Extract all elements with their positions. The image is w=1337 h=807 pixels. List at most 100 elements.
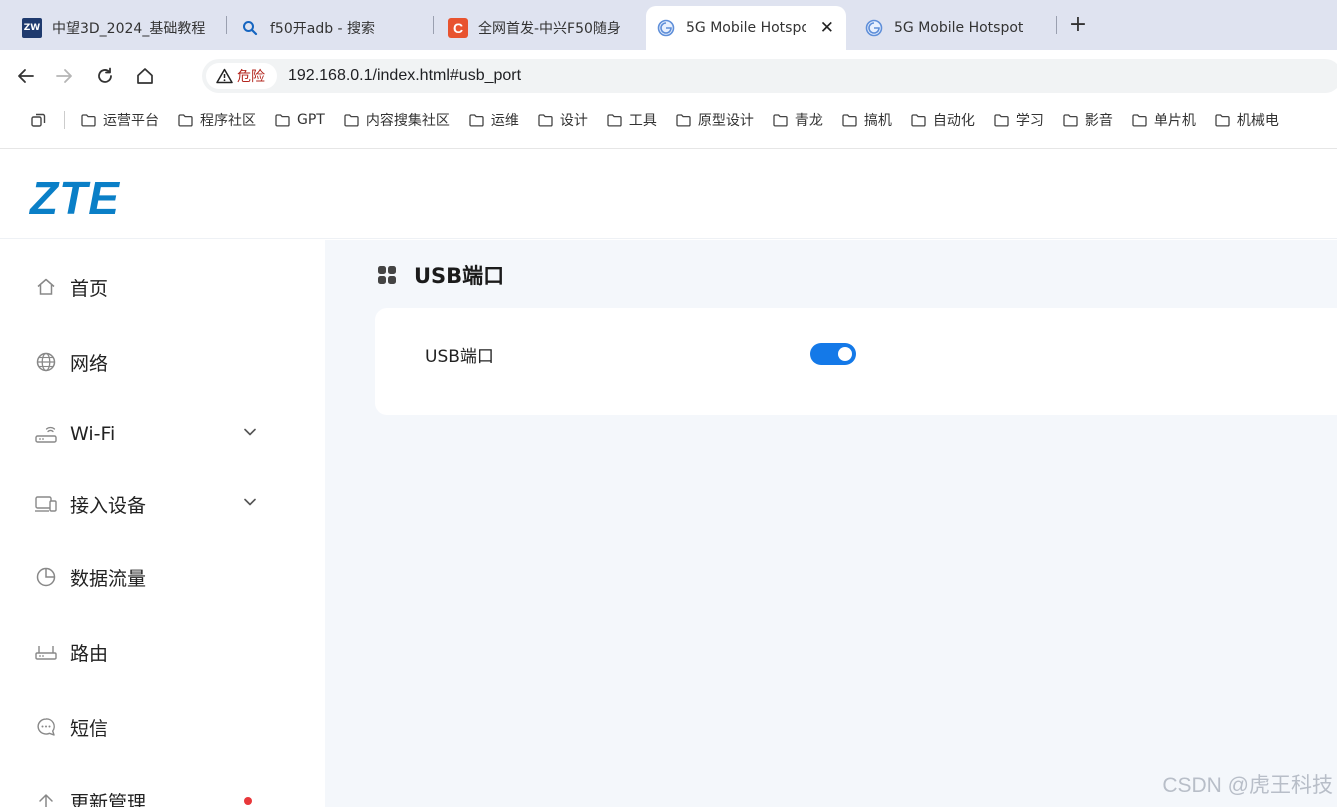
folder-icon <box>1132 113 1147 127</box>
page-header: USB端口 <box>377 260 504 290</box>
router-icon <box>34 640 58 664</box>
browser-toolbar: 危险 192.168.0.1/index.html#usb_port <box>0 50 1337 100</box>
sidebar-item-label: 首页 <box>70 277 109 300</box>
sidebar-item-devices[interactable]: 接入设备 <box>34 484 294 524</box>
notification-dot <box>244 797 252 805</box>
tab-separator <box>1056 16 1057 34</box>
bookmark-folder[interactable]: 程序社区 <box>178 110 256 130</box>
tab-title: 5G Mobile Hotspot <box>686 20 806 36</box>
home-button[interactable] <box>133 64 157 88</box>
browser-tab-strip: ZW 中望3D_2024_基础教程 f50开adb - 搜索 C 全网首发-中兴… <box>0 0 1337 50</box>
sidebar: 首页 网络 Wi-Fi 接入设备 数据流量 路由 短信 更新管理 <box>0 240 325 807</box>
sidebar-item-label: 数据流量 <box>70 567 147 590</box>
bookmark-folder[interactable]: GPT <box>275 112 325 128</box>
usb-port-label: USB端口 <box>425 347 494 367</box>
bookmark-folder[interactable]: 学习 <box>994 110 1044 130</box>
forward-button[interactable] <box>52 64 76 88</box>
zw-logo-icon: ZW <box>22 18 42 38</box>
grid-icon <box>378 266 396 284</box>
bookmark-label: 影音 <box>1084 113 1113 129</box>
home-icon <box>137 68 153 84</box>
sidebar-item-label: Wi-Fi <box>70 423 116 445</box>
folder-icon <box>178 113 193 127</box>
sidebar-item-sms[interactable]: 短信 <box>34 707 294 747</box>
url-text[interactable]: 192.168.0.1/index.html#usb_port <box>288 67 521 85</box>
bookmark-folder[interactable]: 搞机 <box>842 110 892 130</box>
sidebar-item-network[interactable]: 网络 <box>34 342 294 382</box>
bookmarks-divider <box>64 111 65 129</box>
bookmark-label: 运维 <box>490 113 519 129</box>
bookmark-folder[interactable]: 工具 <box>607 110 657 130</box>
bookmark-label: 青龙 <box>794 113 823 129</box>
bookmark-folder[interactable]: 原型设计 <box>676 110 754 130</box>
reload-button[interactable] <box>93 64 117 88</box>
settings-card: USB端口 <box>375 308 1337 415</box>
tab-groups-icon[interactable] <box>30 112 46 128</box>
bookmark-folder[interactable]: 影音 <box>1063 110 1113 130</box>
bookmark-label: 自动化 <box>932 113 975 129</box>
tab-zw3d[interactable]: ZW 中望3D_2024_基础教程 <box>22 6 222 50</box>
bookmark-label: 设计 <box>559 113 588 129</box>
bookmark-folder[interactable]: 单片机 <box>1132 110 1196 130</box>
usb-port-toggle[interactable] <box>810 343 856 365</box>
folder-icon <box>911 113 926 127</box>
sidebar-item-label: 短信 <box>70 717 109 740</box>
globe-icon <box>864 18 884 38</box>
bookmark-label: 原型设计 <box>697 113 754 129</box>
folder-icon <box>607 113 622 127</box>
globe-icon <box>656 18 676 38</box>
tab-hotspot-active[interactable]: 5G Mobile Hotspot ✕ <box>646 6 846 50</box>
sidebar-item-data-usage[interactable]: 数据流量 <box>34 557 294 597</box>
tab-bing-search[interactable]: f50开adb - 搜索 <box>240 6 430 50</box>
security-warning-chip[interactable]: 危险 <box>206 63 277 89</box>
sidebar-item-label: 网络 <box>70 352 109 375</box>
globe-icon <box>34 350 58 374</box>
bookmark-label: 机械电 <box>1236 113 1279 129</box>
address-bar[interactable]: 危险 192.168.0.1/index.html#usb_port <box>202 59 1337 93</box>
warning-icon <box>216 68 233 84</box>
back-button[interactable] <box>14 64 38 88</box>
chevron-down-icon[interactable] <box>242 494 258 510</box>
sidebar-item-label: 路由 <box>70 642 109 665</box>
security-label: 危险 <box>237 69 265 85</box>
home-icon <box>34 275 58 299</box>
sidebar-item-update[interactable]: 更新管理 <box>34 781 294 807</box>
devices-icon <box>34 492 58 516</box>
bookmark-label: 工具 <box>628 113 657 129</box>
sidebar-item-label: 接入设备 <box>70 494 147 517</box>
chevron-down-icon[interactable] <box>242 424 258 440</box>
folder-icon <box>344 113 359 127</box>
bookmark-folder[interactable]: 自动化 <box>911 110 975 130</box>
bookmark-label: 学习 <box>1015 113 1044 129</box>
sidebar-item-wifi[interactable]: Wi-Fi <box>34 414 294 454</box>
folder-icon <box>81 113 96 127</box>
tab-hotspot[interactable]: 5G Mobile Hotspot <box>864 6 1044 50</box>
bookmark-folder[interactable]: 内容搜集社区 <box>344 110 450 130</box>
close-tab-icon[interactable]: ✕ <box>820 18 834 38</box>
tab-title: 全网首发-中兴F50随身 <box>478 21 621 37</box>
folder-icon <box>469 113 484 127</box>
bookmark-folder[interactable]: 运维 <box>469 110 519 130</box>
arrow-right-icon <box>56 69 72 83</box>
bookmark-folder[interactable]: 青龙 <box>773 110 823 130</box>
folder-icon <box>676 113 691 127</box>
sidebar-item-routing[interactable]: 路由 <box>34 632 294 672</box>
folder-icon <box>773 113 788 127</box>
bookmark-folder[interactable]: 设计 <box>538 110 588 130</box>
tab-separator <box>433 16 434 34</box>
bookmark-label: 搞机 <box>863 113 892 129</box>
search-icon <box>240 18 260 38</box>
new-tab-button[interactable]: + <box>1066 12 1090 37</box>
bookmark-label: 单片机 <box>1153 113 1196 129</box>
bookmark-folder[interactable]: 机械电 <box>1215 110 1279 130</box>
tab-title: f50开adb - 搜索 <box>270 21 376 37</box>
router-icon <box>34 422 58 446</box>
tab-csdn-article[interactable]: C 全网首发-中兴F50随身 <box>448 6 638 50</box>
tab-title: 5G Mobile Hotspot <box>894 20 1024 36</box>
bookmark-folder[interactable]: 运营平台 <box>81 110 159 130</box>
zte-logo[interactable]: ZTE <box>30 171 120 225</box>
page-title: USB端口 <box>414 264 505 288</box>
folder-icon <box>994 113 1009 127</box>
sidebar-item-label: 更新管理 <box>70 791 147 807</box>
sidebar-item-home[interactable]: 首页 <box>34 267 294 307</box>
